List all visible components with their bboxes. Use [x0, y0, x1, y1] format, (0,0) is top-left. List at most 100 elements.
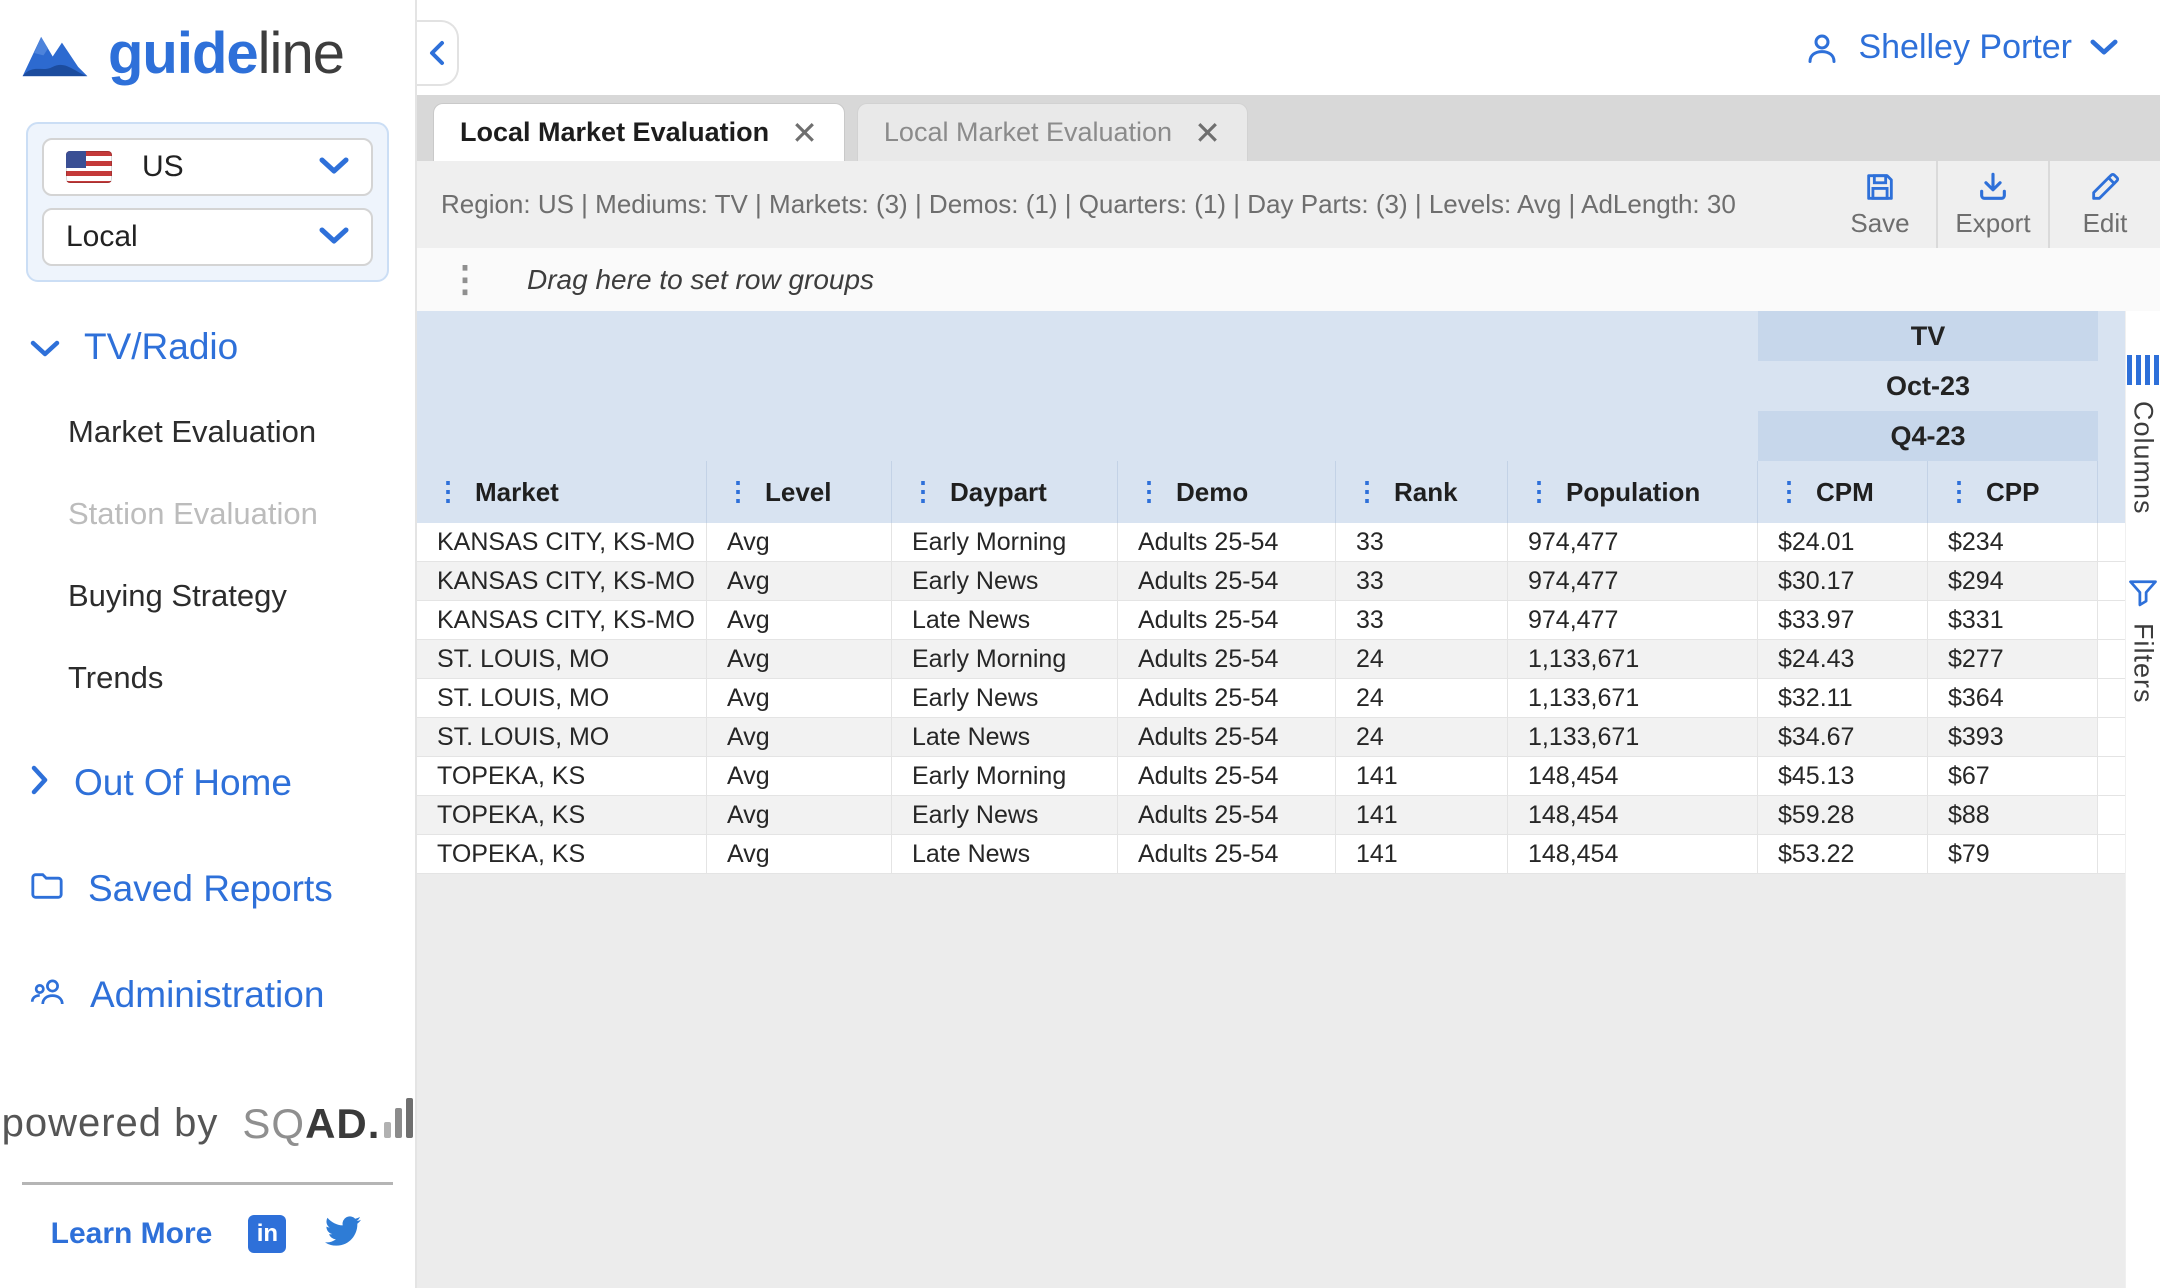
sidebar-item-station-evaluation: Station Evaluation — [68, 496, 318, 531]
chevron-down-icon — [30, 326, 60, 368]
drag-grip-icon[interactable]: ⋮ — [1946, 478, 1972, 504]
country-select[interactable]: US — [42, 138, 373, 196]
sidebar-item-administration[interactable]: Administration — [0, 974, 415, 1016]
table-row[interactable]: ST. LOUIS, MO Avg Early News Adults 25-54 24… — [417, 679, 2125, 718]
sqad-logo: SQ AD. — [242, 1098, 414, 1148]
cell-rank: 33 — [1336, 562, 1508, 600]
sidebar-item-label: TV/Radio — [84, 326, 239, 367]
column-header-population[interactable]: ⋮ Population — [1508, 461, 1758, 523]
filters-panel-toggle[interactable]: Filters — [2128, 579, 2159, 704]
cell-market: TOPEKA, KS — [417, 835, 707, 873]
drag-grip-icon[interactable]: ⋮ — [1526, 478, 1552, 504]
twitter-icon[interactable] — [322, 1213, 364, 1254]
cell-cpp: $234 — [1928, 523, 2098, 561]
close-icon[interactable]: ✕ — [1194, 117, 1221, 149]
table-row[interactable]: KANSAS CITY, KS-MO Avg Early News Adults 25… — [417, 562, 2125, 601]
sidebar-item-buying-strategy[interactable]: Buying Strategy — [0, 578, 415, 614]
powered-by-text: powered by — [1, 1100, 219, 1145]
cell-cpm: $59.28 — [1758, 796, 1928, 834]
tab-local-market-evaluation-1[interactable]: Local Market Evaluation ✕ — [433, 103, 845, 161]
chevron-right-icon — [30, 762, 50, 804]
sidebar-item-market-evaluation[interactable]: Market Evaluation — [0, 414, 415, 450]
sidebar-item-saved-reports[interactable]: Saved Reports — [0, 868, 415, 910]
sidebar-item-trends[interactable]: Trends — [0, 660, 415, 696]
drag-grip-icon[interactable]: ⋮ — [910, 478, 936, 504]
cell-cpp: $364 — [1928, 679, 2098, 717]
column-header-label: Rank — [1394, 476, 1458, 507]
header-spacer — [417, 311, 1758, 361]
cell-market: ST. LOUIS, MO — [417, 718, 707, 756]
row-filler — [2098, 562, 2125, 600]
cell-population: 974,477 — [1508, 562, 1758, 600]
drag-grip-icon[interactable]: ⋮ — [1136, 478, 1162, 504]
group-header-medium[interactable]: TV — [1758, 311, 2098, 361]
column-header-label: Population — [1566, 476, 1701, 507]
group-header-month[interactable]: Oct-23 — [1758, 361, 2098, 411]
cell-daypart: Early Morning — [892, 757, 1118, 795]
chevron-down-icon — [319, 150, 349, 184]
cell-daypart: Late News — [892, 718, 1118, 756]
region-select-panel: US Local — [26, 122, 389, 282]
table-row[interactable]: TOPEKA, KS Avg Late News Adults 25-54 141 148… — [417, 835, 2125, 874]
cell-level: Avg — [707, 757, 892, 795]
row-group-drop-zone[interactable]: ⋮ Drag here to set row groups — [417, 248, 2160, 311]
column-header-label: CPP — [1986, 476, 2040, 507]
cell-cpm: $24.01 — [1758, 523, 1928, 561]
table-row[interactable]: KANSAS CITY, KS-MO Avg Late News Adults 25-… — [417, 601, 2125, 640]
cell-demo: Adults 25-54 — [1118, 718, 1336, 756]
column-header-level[interactable]: ⋮ Level — [707, 461, 892, 523]
column-header-label: Daypart — [950, 476, 1047, 507]
column-header-demo[interactable]: ⋮ Demo — [1118, 461, 1336, 523]
sidebar-collapse-button[interactable] — [417, 20, 459, 86]
cell-level: Avg — [707, 601, 892, 639]
export-button[interactable]: Export — [1936, 161, 2048, 248]
table-row[interactable]: TOPEKA, KS Avg Early Morning Adults 25-54 14… — [417, 757, 2125, 796]
sidebar-item-tv-radio[interactable]: TV/Radio — [0, 326, 415, 368]
cell-cpp: $393 — [1928, 718, 2098, 756]
cell-rank: 141 — [1336, 796, 1508, 834]
drag-grip-icon[interactable]: ⋮ — [435, 478, 461, 504]
row-filler — [2098, 679, 2125, 717]
cell-demo: Adults 25-54 — [1118, 562, 1336, 600]
tab-local-market-evaluation-2[interactable]: Local Market Evaluation ✕ — [856, 103, 1248, 161]
column-header-daypart[interactable]: ⋮ Daypart — [892, 461, 1118, 523]
table-row[interactable]: KANSAS CITY, KS-MO Avg Early Morning Adults… — [417, 523, 2125, 562]
chevron-left-icon — [430, 41, 444, 65]
column-header-market[interactable]: ⋮ Market — [417, 461, 707, 523]
columns-panel-toggle[interactable]: Columns — [2127, 355, 2159, 515]
column-header-rank[interactable]: ⋮ Rank — [1336, 461, 1508, 523]
edit-icon — [2092, 172, 2120, 200]
cell-demo: Adults 25-54 — [1118, 640, 1336, 678]
cell-cpp: $88 — [1928, 796, 2098, 834]
edit-button[interactable]: Edit — [2048, 161, 2160, 248]
cell-level: Avg — [707, 640, 892, 678]
drag-grip-icon[interactable]: ⋮ — [1776, 478, 1802, 504]
cell-cpp: $277 — [1928, 640, 2098, 678]
column-header-label: Market — [475, 476, 559, 507]
cell-daypart: Early News — [892, 679, 1118, 717]
table-row[interactable]: ST. LOUIS, MO Avg Late News Adults 25-54 24 1… — [417, 718, 2125, 757]
close-icon[interactable]: ✕ — [791, 117, 818, 149]
group-header-quarter[interactable]: Q4-23 — [1758, 411, 2098, 461]
sidebar-item-out-of-home[interactable]: Out Of Home — [0, 762, 415, 804]
chevron-down-icon — [319, 220, 349, 254]
cell-cpp: $67 — [1928, 757, 2098, 795]
user-menu[interactable]: Shelley Porter — [1804, 28, 2118, 67]
filters-label: Filters — [2128, 622, 2159, 704]
table-row[interactable]: ST. LOUIS, MO Avg Early Morning Adults 25-5… — [417, 640, 2125, 679]
cell-demo: Adults 25-54 — [1118, 679, 1336, 717]
drag-grip-icon[interactable]: ⋮ — [1354, 478, 1380, 504]
market-type-select[interactable]: Local — [42, 208, 373, 266]
column-header-cpp[interactable]: ⋮ CPP — [1928, 461, 2098, 523]
linkedin-icon[interactable]: in — [248, 1214, 287, 1253]
sidebar: guideline US Local TV/Radio Market Evalu… — [0, 0, 417, 1288]
save-button[interactable]: Save — [1824, 161, 1936, 248]
table-row[interactable]: TOPEKA, KS Avg Early News Adults 25-54 141 14… — [417, 796, 2125, 835]
cell-population: 148,454 — [1508, 835, 1758, 873]
column-header-cpm[interactable]: ⋮ CPM — [1758, 461, 1928, 523]
top-header: Shelley Porter — [417, 0, 2160, 95]
cell-rank: 141 — [1336, 835, 1508, 873]
drag-grip-icon[interactable]: ⋮ — [725, 478, 751, 504]
sidebar-item-label: Saved Reports — [88, 868, 333, 909]
learn-more-link[interactable]: Learn More — [51, 1217, 213, 1251]
